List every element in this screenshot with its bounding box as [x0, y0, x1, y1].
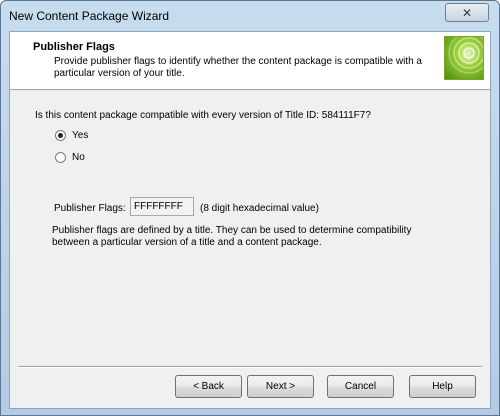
header-title: Publisher Flags: [33, 41, 115, 53]
wizard-header: Publisher Flags Provide publisher flags …: [10, 32, 490, 90]
back-button[interactable]: < Back: [175, 375, 242, 398]
wizard-window: New Content Package Wizard ✕ Publisher F…: [0, 0, 500, 416]
help-button[interactable]: Help: [409, 375, 476, 398]
close-icon: ✕: [461, 5, 473, 20]
yes-option[interactable]: Yes: [55, 130, 88, 141]
header-description: Provide publisher flags to identify whet…: [54, 56, 422, 79]
cancel-button[interactable]: Cancel: [327, 375, 394, 398]
compatibility-question: Is this content package compatible with …: [35, 110, 371, 121]
publisher-flags-label: Publisher Flags:: [54, 203, 126, 214]
yes-label: Yes: [72, 130, 89, 141]
no-option[interactable]: No: [55, 152, 85, 163]
wizard-logo-icon: [444, 32, 490, 80]
close-button[interactable]: ✕: [445, 3, 489, 22]
next-button[interactable]: Next >: [247, 375, 314, 398]
publisher-flags-hint: (8 digit hexadecimal value): [200, 203, 319, 214]
yes-radio[interactable]: [55, 130, 66, 141]
publisher-flags-description: Publisher flags are defined by a title. …: [52, 225, 412, 248]
no-radio[interactable]: [55, 152, 66, 163]
footer-separator: [18, 366, 482, 368]
wizard-client-area: Publisher Flags Provide publisher flags …: [9, 31, 491, 409]
window-title: New Content Package Wizard: [9, 9, 170, 23]
no-label: No: [72, 152, 85, 163]
publisher-flags-input[interactable]: [130, 197, 194, 216]
title-bar[interactable]: New Content Package Wizard ✕: [1, 1, 499, 29]
